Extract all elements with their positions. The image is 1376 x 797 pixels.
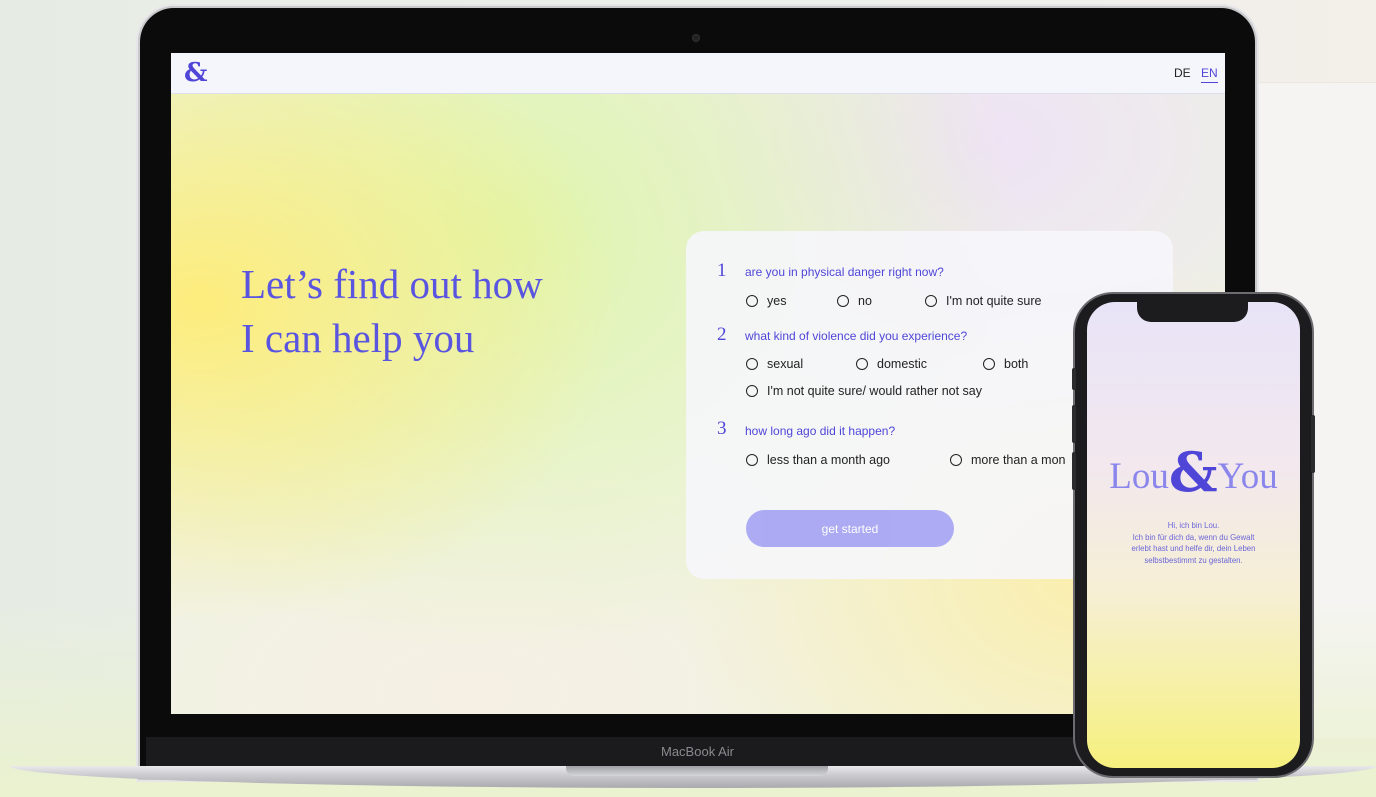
- q2-option-not-sure[interactable]: I'm not quite sure/ would rather not say: [746, 384, 982, 398]
- option-label: sexual: [767, 357, 804, 371]
- radio-circle-icon[interactable]: [983, 358, 995, 370]
- welcome-message: Hi, ich bin Lou. Ich bin für dich da, we…: [1105, 520, 1282, 566]
- phone-screen: Lou&You Hi, ich bin Lou. Ich bin für dic…: [1087, 302, 1300, 768]
- welcome-line-3: erlebt hast und helfe dir, dein Leben: [1131, 544, 1256, 553]
- question-1-text: are you in physical danger right now?: [745, 265, 944, 279]
- radio-circle-icon[interactable]: [856, 358, 868, 370]
- laptop-opening-notch: [566, 766, 828, 776]
- question-3-text: how long ago did it happen?: [745, 424, 896, 438]
- language-de-link[interactable]: DE: [1174, 66, 1191, 80]
- lou-and-you-logo: Lou&You: [1087, 444, 1300, 505]
- option-label: more than a mon: [971, 453, 1066, 467]
- phone-volume-down-button: [1072, 452, 1076, 490]
- radio-circle-icon[interactable]: [746, 385, 758, 397]
- q1-option-no[interactable]: no: [837, 294, 872, 308]
- radio-circle-icon[interactable]: [925, 295, 937, 307]
- headline-line-1: Let’s find out how: [241, 261, 543, 307]
- q1-option-yes[interactable]: yes: [746, 294, 786, 308]
- ampersand-logo-icon[interactable]: &: [184, 58, 207, 88]
- brand-you: You: [1217, 456, 1278, 497]
- camera-icon: [692, 34, 700, 42]
- question-number-1: 1: [717, 260, 727, 281]
- option-label: I'm not quite sure/ would rather not say: [767, 384, 982, 398]
- get-started-button[interactable]: get started: [746, 510, 954, 547]
- option-label: no: [858, 294, 872, 308]
- option-label: both: [1004, 357, 1029, 371]
- phone-volume-up-button: [1072, 405, 1076, 443]
- q3-option-less-than-month[interactable]: less than a month ago: [746, 453, 890, 467]
- option-label: less than a month ago: [767, 453, 890, 467]
- language-en-link[interactable]: EN: [1201, 66, 1218, 83]
- option-label: domestic: [877, 357, 928, 371]
- option-label: I'm not quite sure: [946, 294, 1042, 308]
- question-2-text: what kind of violence did you experience…: [745, 329, 968, 343]
- headline-line-2: I can help you: [241, 315, 475, 361]
- brand-ampersand-icon: &: [1168, 440, 1218, 504]
- question-number-2: 2: [717, 324, 727, 345]
- radio-circle-icon[interactable]: [746, 295, 758, 307]
- radio-circle-icon[interactable]: [746, 454, 758, 466]
- q3-option-more-than-month[interactable]: more than a mon: [950, 453, 1066, 467]
- top-navbar: & DE EN: [171, 53, 1225, 94]
- page-headline: Let’s find out how I can help you: [241, 257, 661, 365]
- phone-notch: [1137, 300, 1248, 322]
- q1-option-not-sure[interactable]: I'm not quite sure: [925, 294, 1042, 308]
- laptop-model-label: MacBook Air: [661, 744, 734, 759]
- welcome-line-4: selbstbestimmt zu gestalten.: [1144, 555, 1243, 565]
- laptop-screen: & DE EN Let’s find out how I can help yo…: [171, 53, 1225, 714]
- q2-option-sexual[interactable]: sexual: [746, 357, 803, 371]
- phone-power-button: [1311, 415, 1315, 473]
- radio-circle-icon[interactable]: [746, 358, 758, 370]
- phone-mute-switch: [1072, 368, 1076, 390]
- option-label: yes: [767, 294, 787, 308]
- q2-option-both[interactable]: both: [983, 357, 1028, 371]
- brand-lou: Lou: [1109, 456, 1169, 497]
- radio-circle-icon[interactable]: [950, 454, 962, 466]
- q2-option-domestic[interactable]: domestic: [856, 357, 927, 371]
- welcome-line-1: Hi, ich bin Lou.: [1167, 521, 1220, 530]
- question-number-3: 3: [717, 418, 727, 439]
- radio-circle-icon[interactable]: [837, 295, 849, 307]
- welcome-line-2: Ich bin für dich da, wenn du Gewalt: [1132, 532, 1255, 542]
